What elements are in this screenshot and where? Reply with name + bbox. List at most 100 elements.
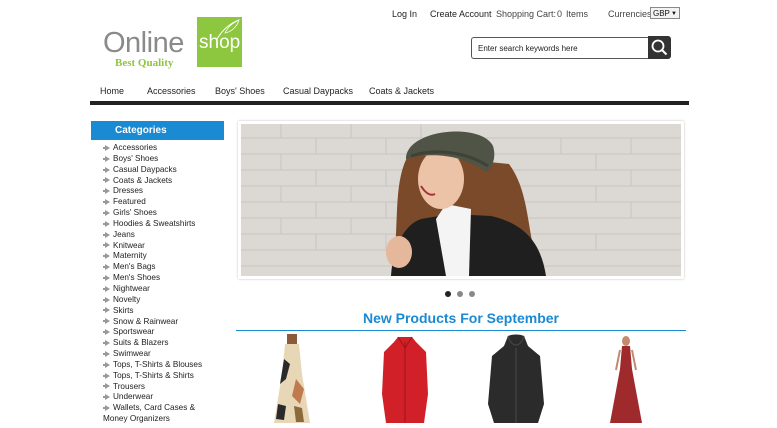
arrow-right-icon	[105, 231, 110, 238]
category-label: Girls' Shoes	[113, 208, 157, 218]
category-label: Featured	[113, 197, 146, 207]
category-item[interactable]: Skirts	[103, 306, 228, 317]
arrow-right-icon	[105, 361, 110, 368]
arrow-right-icon	[105, 296, 110, 303]
category-item[interactable]: Wallets, Card Cases &	[103, 403, 228, 414]
logo-box-word: shop	[199, 32, 241, 53]
nav-casual-daypacks[interactable]: Casual Daypacks	[283, 86, 353, 96]
category-item[interactable]: Men's Bags	[103, 262, 228, 273]
category-label: Swimwear	[113, 349, 151, 359]
category-item-continuation[interactable]: Money Organizers	[103, 414, 228, 425]
product-image-red-coat[interactable]	[380, 334, 430, 428]
category-item[interactable]: Jeans	[103, 230, 228, 241]
category-label: Skirts	[113, 305, 134, 315]
category-label: Hoodies & Sweatshirts	[113, 218, 196, 228]
arrow-right-icon	[105, 264, 110, 271]
category-item[interactable]: Maternity	[103, 251, 228, 262]
arrow-right-icon	[105, 372, 110, 379]
chevron-down-icon: ▼	[671, 11, 677, 17]
logo-tagline: Best Quality	[115, 57, 174, 69]
category-item[interactable]: Knitwear	[103, 241, 228, 252]
category-list: Accessories Boys' Shoes Casual Daypacks Coa…	[103, 143, 228, 425]
currency-select[interactable]: GBP ▼	[650, 7, 680, 19]
arrow-right-icon	[105, 177, 110, 184]
category-label: Suits & Blazers	[113, 338, 169, 348]
category-item[interactable]: Snow & Rainwear	[103, 317, 228, 328]
category-item[interactable]: Accessories	[103, 143, 228, 154]
nav-accessories[interactable]: Accessories	[147, 86, 196, 96]
category-item[interactable]: Featured	[103, 197, 228, 208]
slider-dot-1[interactable]	[445, 291, 451, 297]
category-item[interactable]: Girls' Shoes	[103, 208, 228, 219]
category-label: Trousers	[113, 381, 145, 391]
currencies-label: Currencies:	[608, 9, 655, 19]
arrow-right-icon	[105, 285, 110, 292]
slider-dot-3[interactable]	[469, 291, 475, 297]
category-label: Nightwear	[113, 283, 150, 293]
black-raincoat-image	[488, 334, 544, 423]
arrow-right-icon	[105, 209, 110, 216]
category-item[interactable]: Swimwear	[103, 349, 228, 360]
logo-word: Online	[103, 27, 184, 59]
arrow-right-icon	[105, 144, 110, 151]
search-icon	[651, 39, 668, 56]
product-image-black-raincoat[interactable]	[486, 334, 546, 428]
category-label: Casual Daypacks	[113, 164, 177, 174]
category-label: Boys' Shoes	[113, 153, 159, 163]
category-label: Novelty	[113, 294, 141, 304]
arrow-right-icon	[105, 274, 110, 281]
arrow-right-icon	[105, 307, 110, 314]
category-item[interactable]: Novelty	[103, 295, 228, 306]
login-link[interactable]: Log In	[392, 9, 417, 19]
category-item[interactable]: Tops, T-Shirts & Shirts	[103, 371, 228, 382]
category-label: Coats & Jackets	[113, 175, 173, 185]
nav-home[interactable]: Home	[100, 86, 124, 96]
create-account-link[interactable]: Create Account	[430, 9, 492, 19]
category-item[interactable]: Boys' Shoes	[103, 154, 228, 165]
arrow-right-icon	[105, 253, 110, 260]
shopping-cart-label[interactable]: Shopping Cart:	[496, 9, 556, 19]
hero-banner-image[interactable]	[241, 124, 681, 276]
search-button[interactable]	[648, 36, 671, 59]
product-image-floral-dress[interactable]	[270, 334, 314, 428]
category-item[interactable]: Hoodies & Sweatshirts	[103, 219, 228, 230]
category-label: Tops, T-Shirts & Blouses	[113, 359, 203, 369]
red-coat-image	[382, 336, 428, 423]
nav-divider-bar	[90, 101, 689, 105]
category-item[interactable]: Tops, T-Shirts & Blouses	[103, 360, 228, 371]
arrow-right-icon	[105, 383, 110, 390]
category-item[interactable]: Dresses	[103, 186, 228, 197]
category-item[interactable]: Trousers	[103, 382, 228, 393]
nav-coats-jackets[interactable]: Coats & Jackets	[369, 86, 434, 96]
category-label: Sportswear	[113, 327, 155, 337]
category-item[interactable]: Casual Daypacks	[103, 165, 228, 176]
arrow-right-icon	[105, 318, 110, 325]
category-label: Maternity	[113, 251, 147, 261]
arrow-right-icon	[105, 220, 110, 227]
arrow-right-icon	[105, 242, 110, 249]
category-item[interactable]: Coats & Jackets	[103, 176, 228, 187]
floral-dress-image	[274, 334, 310, 423]
category-label: Men's Shoes	[113, 273, 161, 283]
arrow-right-icon	[105, 155, 110, 162]
new-products-divider	[236, 330, 686, 331]
category-label: Men's Bags	[113, 262, 156, 272]
currency-selected-value: GBP	[653, 9, 670, 18]
category-item[interactable]: Sportswear	[103, 327, 228, 338]
site-logo[interactable]: Online shop Best Quality	[103, 17, 248, 72]
category-label: Wallets, Card Cases &	[113, 403, 196, 413]
slider-dot-2[interactable]	[457, 291, 463, 297]
category-label: Jeans	[113, 229, 135, 239]
category-item[interactable]: Men's Shoes	[103, 273, 228, 284]
category-label: Knitwear	[113, 240, 145, 250]
category-item[interactable]: Nightwear	[103, 284, 228, 295]
product-image-maxi-dress[interactable]	[608, 334, 644, 428]
nav-boys-shoes[interactable]: Boys' Shoes	[215, 86, 265, 96]
category-item[interactable]: Underwear	[103, 392, 228, 403]
category-item[interactable]: Suits & Blazers	[103, 338, 228, 349]
new-products-title: New Products For September	[362, 310, 560, 326]
arrow-right-icon	[105, 188, 110, 195]
category-label: Snow & Rainwear	[113, 316, 179, 326]
arrow-right-icon	[105, 166, 110, 173]
search-input[interactable]	[471, 37, 649, 59]
